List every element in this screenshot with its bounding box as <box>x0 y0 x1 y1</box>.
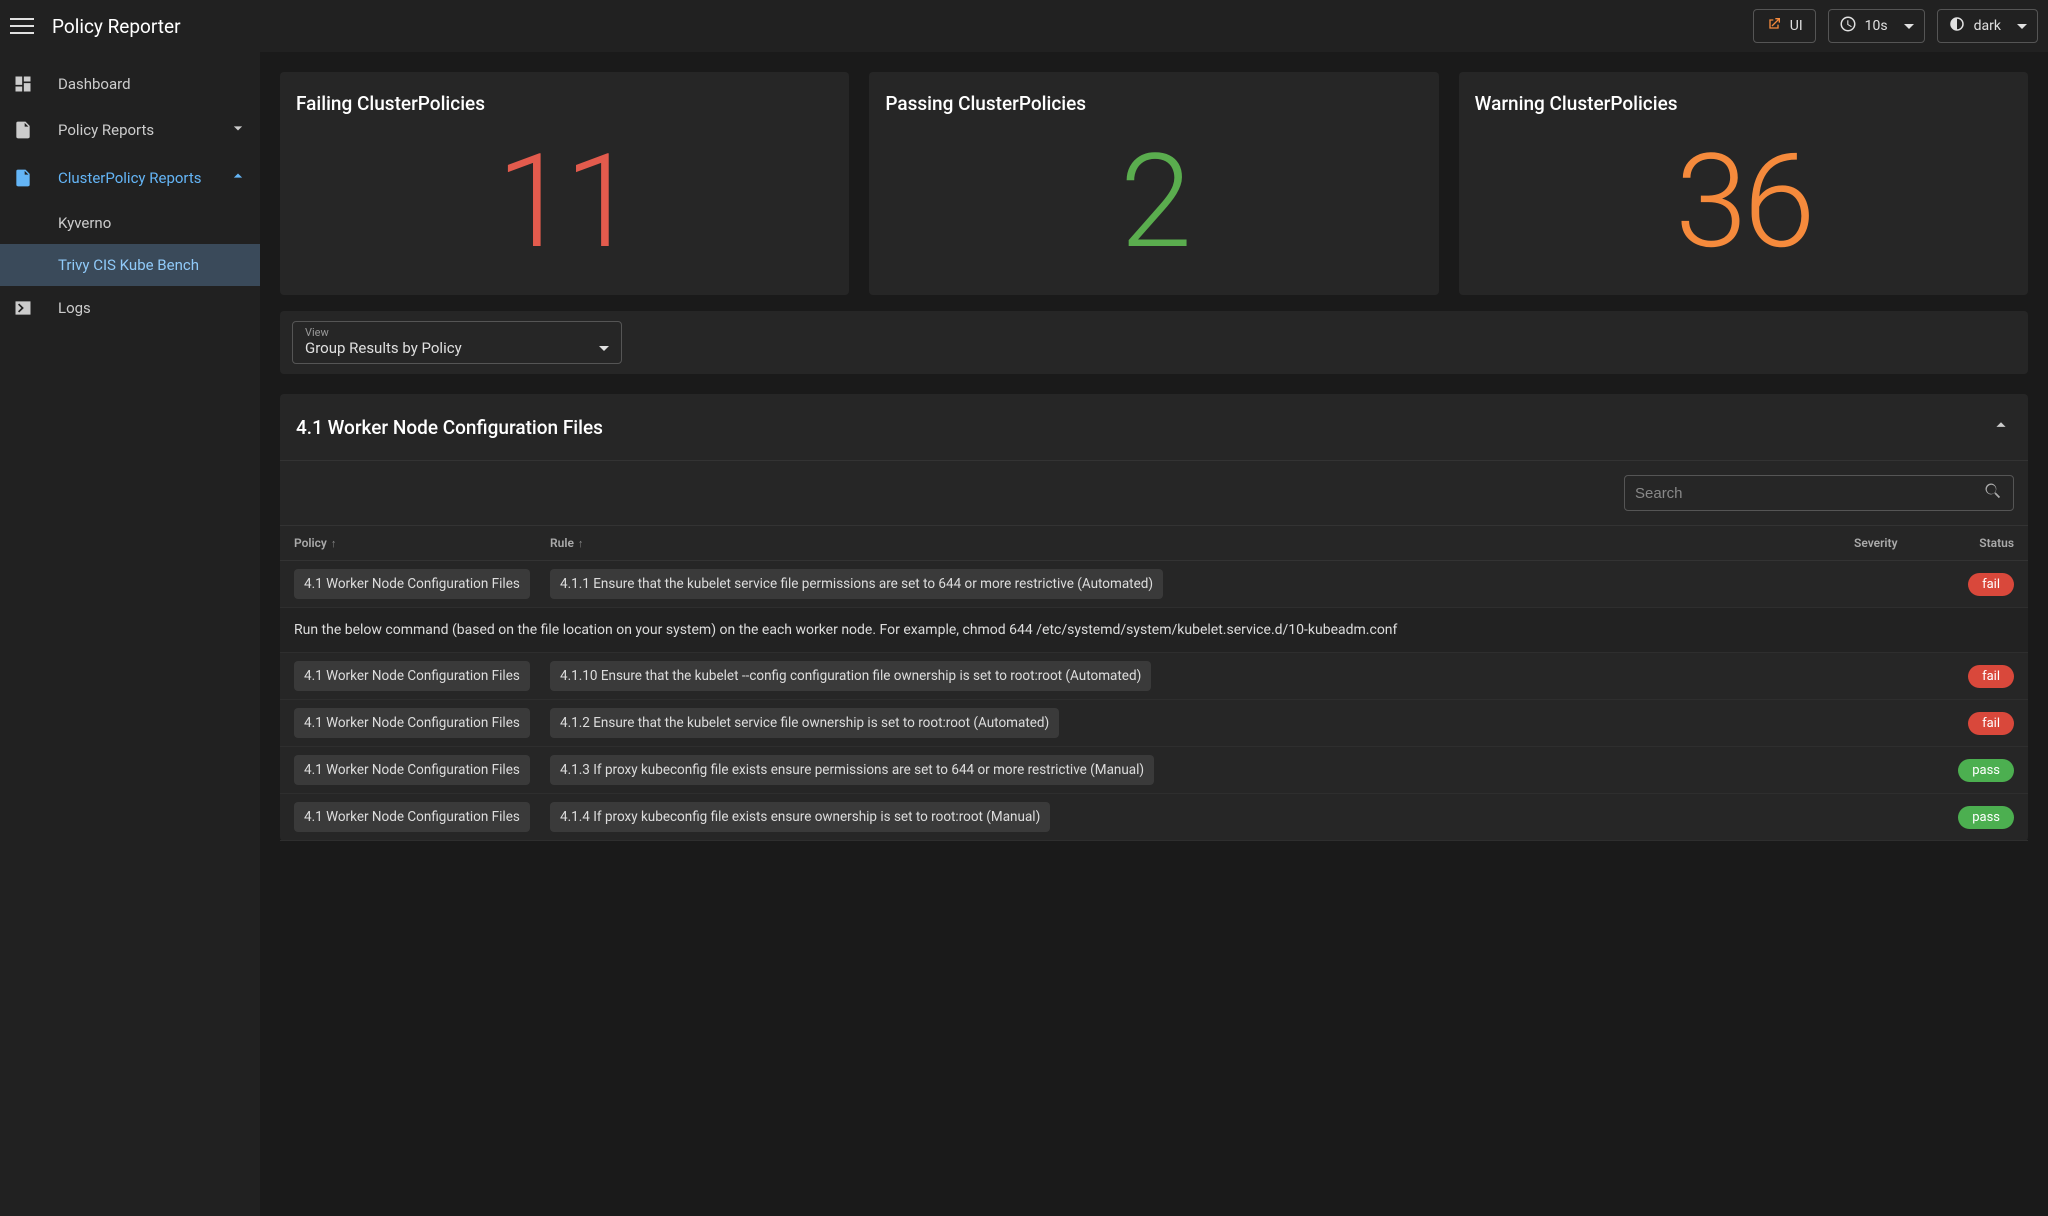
sidebar-item-label: ClusterPolicy Reports <box>58 169 202 187</box>
view-select-value: Group Results by Policy <box>305 339 462 357</box>
dashboard-icon <box>12 74 34 94</box>
table-row[interactable]: 4.1 Worker Node Configuration Files 4.1.1… <box>280 561 2028 608</box>
menu-icon[interactable] <box>10 14 34 38</box>
policy-chip: 4.1 Worker Node Configuration Files <box>294 708 530 738</box>
search-icon <box>1983 481 2003 505</box>
view-select[interactable]: View Group Results by Policy <box>292 321 622 364</box>
sidebar-item-clusterpolicy-reports[interactable]: ClusterPolicy Reports <box>0 154 260 202</box>
search-input[interactable] <box>1635 485 1983 502</box>
card-value: 36 <box>1475 137 2012 267</box>
sidebar-item-label: Policy Reports <box>58 121 154 139</box>
results-table: Policy↑ Rule↑ Severity Status 4.1 Worker… <box>280 525 2028 841</box>
card-value: 11 <box>296 137 833 267</box>
open-ui-button[interactable]: UI <box>1753 9 1816 43</box>
chevron-up-icon <box>1990 414 2012 440</box>
rule-chip: 4.1.3 If proxy kubeconfig file exists en… <box>550 755 1154 785</box>
status-badge: fail <box>1968 665 2014 688</box>
policy-chip: 4.1 Worker Node Configuration Files <box>294 661 530 691</box>
sort-asc-icon: ↑ <box>578 537 584 550</box>
theme-icon <box>1948 15 1966 37</box>
chevron-down-icon <box>599 346 609 351</box>
status-badge: pass <box>1958 759 2014 782</box>
main-content: Failing ClusterPolicies 11 Passing Clust… <box>260 52 2048 1216</box>
table-row[interactable]: 4.1 Worker Node Configuration Files 4.1.2… <box>280 700 2028 747</box>
rule-chip: 4.1.10 Ensure that the kubelet --config … <box>550 661 1151 691</box>
col-header-rule[interactable]: Rule↑ <box>550 536 1854 550</box>
sidebar-item-label: Trivy CIS Kube Bench <box>58 256 199 274</box>
card-failing: Failing ClusterPolicies 11 <box>280 72 849 295</box>
sort-asc-icon: ↑ <box>331 537 337 550</box>
app-title: Policy Reporter <box>52 15 181 38</box>
open-ui-label: UI <box>1790 18 1803 34</box>
clock-icon <box>1839 15 1857 37</box>
app-bar: Policy Reporter UI 10s dark <box>0 0 2048 52</box>
sidebar-item-logs[interactable]: Logs <box>0 286 260 330</box>
refresh-interval-value: 10s <box>1865 18 1888 34</box>
rule-chip: 4.1.1 Ensure that the kubelet service fi… <box>550 569 1163 599</box>
external-link-icon <box>1766 16 1782 36</box>
card-warning: Warning ClusterPolicies 36 <box>1459 72 2028 295</box>
table-header: Policy↑ Rule↑ Severity Status <box>280 525 2028 561</box>
sidebar-item-policy-reports[interactable]: Policy Reports <box>0 106 260 154</box>
card-value: 2 <box>885 137 1422 267</box>
card-title: Failing ClusterPolicies <box>296 92 833 115</box>
sidebar: Dashboard Policy Reports ClusterPolicy R… <box>0 52 260 1216</box>
status-badge: fail <box>1968 573 2014 596</box>
chevron-up-icon <box>228 166 248 190</box>
terminal-icon <box>12 298 34 318</box>
card-title: Passing ClusterPolicies <box>885 92 1422 115</box>
card-title: Warning ClusterPolicies <box>1475 92 2012 115</box>
table-row[interactable]: 4.1 Worker Node Configuration Files 4.1.1… <box>280 653 2028 700</box>
sidebar-item-label: Kyverno <box>58 214 111 232</box>
policy-panel: 4.1 Worker Node Configuration Files Poli… <box>280 394 2028 841</box>
refresh-interval-select[interactable]: 10s <box>1828 9 1925 43</box>
theme-value: dark <box>1974 18 2001 34</box>
search-field[interactable] <box>1624 475 2014 511</box>
policy-chip: 4.1 Worker Node Configuration Files <box>294 755 530 785</box>
sidebar-subitem-trivy[interactable]: Trivy CIS Kube Bench <box>0 244 260 286</box>
sidebar-item-dashboard[interactable]: Dashboard <box>0 62 260 106</box>
table-row[interactable]: 4.1 Worker Node Configuration Files 4.1.4… <box>280 794 2028 841</box>
rule-chip: 4.1.4 If proxy kubeconfig file exists en… <box>550 802 1050 832</box>
theme-select[interactable]: dark <box>1937 9 2038 43</box>
status-badge: pass <box>1958 806 2014 829</box>
view-select-label: View <box>305 326 609 339</box>
col-header-policy[interactable]: Policy↑ <box>294 536 550 550</box>
status-badge: fail <box>1968 712 2014 735</box>
sidebar-item-label: Dashboard <box>58 75 131 93</box>
policy-panel-title: 4.1 Worker Node Configuration Files <box>296 416 603 439</box>
card-passing: Passing ClusterPolicies 2 <box>869 72 1438 295</box>
policy-panel-header[interactable]: 4.1 Worker Node Configuration Files <box>280 394 2028 461</box>
chevron-down-icon <box>1904 24 1914 29</box>
policy-chip: 4.1 Worker Node Configuration Files <box>294 802 530 832</box>
chevron-down-icon <box>2017 24 2027 29</box>
col-header-severity[interactable]: Severity <box>1854 536 1944 550</box>
document-icon <box>12 168 34 188</box>
policy-chip: 4.1 Worker Node Configuration Files <box>294 569 530 599</box>
rule-chip: 4.1.2 Ensure that the kubelet service fi… <box>550 708 1059 738</box>
chevron-down-icon <box>228 118 248 142</box>
sidebar-item-label: Logs <box>58 299 91 317</box>
row-detail: Run the below command (based on the file… <box>280 608 2028 653</box>
table-row[interactable]: 4.1 Worker Node Configuration Files 4.1.3… <box>280 747 2028 794</box>
document-icon <box>12 120 34 140</box>
col-header-status[interactable]: Status <box>1944 536 2014 550</box>
sidebar-subitem-kyverno[interactable]: Kyverno <box>0 202 260 244</box>
view-panel: View Group Results by Policy <box>280 311 2028 374</box>
